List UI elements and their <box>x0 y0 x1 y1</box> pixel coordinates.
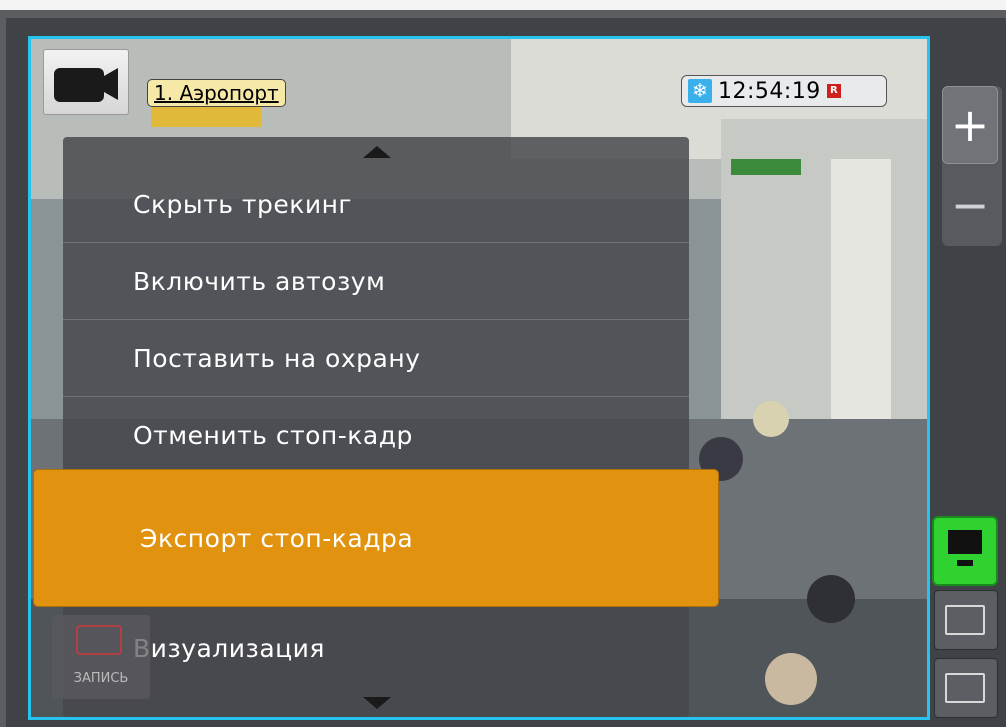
context-menu: Скрыть трекинг Включить автозум Поставит… <box>63 137 689 717</box>
menu-item-hide-tracking[interactable]: Скрыть трекинг <box>63 167 689 243</box>
window-top-strip <box>0 0 1006 10</box>
menu-item-visualization[interactable]: Визуализация <box>63 611 689 687</box>
zoom-in-button[interactable]: + <box>942 86 998 164</box>
camera-time: 12:54:19 <box>718 78 821 104</box>
menu-scroll-up-icon[interactable] <box>63 137 689 167</box>
record-caption: ЗАПИСЬ <box>73 671 129 686</box>
camera-name: 1. Аэропорт <box>154 81 279 105</box>
zoom-out-button[interactable]: − <box>942 170 998 240</box>
camera-time-box: ❄ 12:54:19 R <box>681 75 887 107</box>
snowflake-icon: ❄ <box>688 79 712 103</box>
eye-icon <box>945 673 985 703</box>
menu-item-cancel-freeze[interactable]: Отменить стоп-кадр <box>63 398 689 474</box>
archive-mode-button[interactable] <box>934 590 998 650</box>
video-camera-icon <box>54 68 118 102</box>
menu-item-enable-autozoom[interactable]: Включить автозум <box>63 244 689 320</box>
camera-name-label[interactable]: 1. Аэропорт <box>147 79 286 107</box>
film-icon <box>945 605 985 635</box>
analytics-mode-button[interactable] <box>934 658 998 718</box>
menu-item-export-freeze[interactable]: Экспорт стоп-кадра <box>33 469 719 607</box>
menu-item-arm[interactable]: Поставить на охрану <box>63 321 689 397</box>
live-mode-button[interactable] <box>932 516 998 586</box>
camera-icon[interactable] <box>43 49 129 115</box>
record-button[interactable]: ЗАПИСЬ <box>52 615 150 699</box>
menu-scroll-down-icon[interactable] <box>63 687 689 717</box>
tape-icon <box>76 625 122 655</box>
monitor-icon <box>948 530 982 566</box>
recording-indicator: R <box>826 84 841 98</box>
